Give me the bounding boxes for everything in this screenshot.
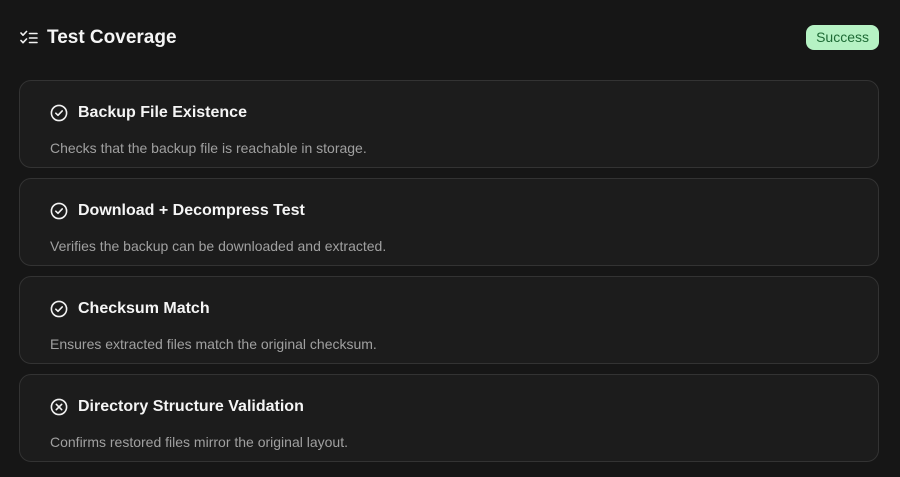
test-description: Verifies the backup can be downloaded an… [50,238,387,254]
test-description: Checks that the backup file is reachable… [50,140,367,156]
test-title: Directory Structure Validation [78,398,304,415]
test-coverage-header: Test Coverage Success [20,24,879,52]
checklist-icon [20,30,38,44]
check-circle-icon [50,104,68,122]
test-card-checksum-match: Checksum Match Ensures extracted files m… [19,276,879,364]
check-circle-icon [50,202,68,220]
page-title: Test Coverage [47,27,177,48]
test-title: Checksum Match [78,300,210,317]
test-card-download-decompress: Download + Decompress Test Verifies the … [19,178,879,266]
check-circle-icon [50,300,68,318]
test-description: Ensures extracted files match the origin… [50,336,377,352]
x-circle-icon [50,398,68,416]
test-description: Confirms restored files mirror the origi… [50,434,348,450]
test-card-backup-file-existence: Backup File Existence Checks that the ba… [19,80,879,168]
test-list: Backup File Existence Checks that the ba… [19,80,879,472]
test-card-directory-structure-validation: Directory Structure Validation Confirms … [19,374,879,462]
status-badge: Success [806,25,879,50]
test-title: Backup File Existence [78,104,247,121]
test-title: Download + Decompress Test [78,202,305,219]
